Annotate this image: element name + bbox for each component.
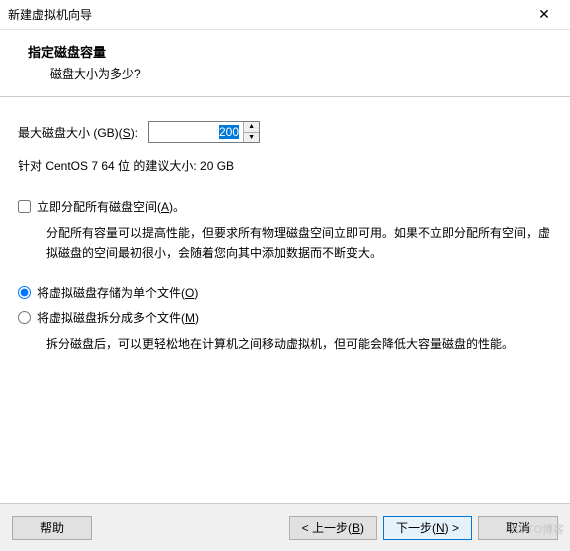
allocate-now-description: 分配所有容量可以提高性能，但要求所有物理磁盘空间立即可用。如果不立即分配所有空间… [46,223,552,264]
recommended-size-text: 针对 CentOS 7 64 位 的建议大小: 20 GB [18,157,552,174]
split-multiple-radio[interactable] [18,311,31,324]
page-subheading: 磁盘大小为多少? [28,65,550,82]
store-single-label[interactable]: 将虚拟磁盘存储为单个文件(O) [37,284,198,301]
close-icon[interactable]: ✕ [530,6,558,23]
disk-size-input[interactable] [149,122,243,142]
footer-right-group: < 上一步(B) 下一步(N) > 取消 [289,516,558,540]
disk-size-spinner: ▲ ▼ [148,121,260,143]
allocate-now-checkbox[interactable] [18,200,31,213]
help-button[interactable]: 帮助 [12,516,92,540]
allocate-now-label[interactable]: 立即分配所有磁盘空间(A)。 [37,198,185,215]
store-single-radio[interactable] [18,286,31,299]
page-heading: 指定磁盘容量 [28,42,550,61]
content-area: 最大磁盘大小 (GB)(S): ▲ ▼ 针对 CentOS 7 64 位 的建议… [0,97,570,354]
wizard-footer: 帮助 < 上一步(B) 下一步(N) > 取消 [0,503,570,551]
next-button[interactable]: 下一步(N) > [383,516,472,540]
window-title: 新建虚拟机向导 [8,6,92,23]
spinner-buttons: ▲ ▼ [243,122,259,142]
disk-size-label: 最大磁盘大小 (GB)(S): [18,124,138,141]
split-description: 拆分磁盘后，可以更轻松地在计算机之间移动虚拟机，但可能会降低大容量磁盘的性能。 [46,334,552,354]
store-single-row: 将虚拟磁盘存储为单个文件(O) [18,284,552,301]
spin-down-button[interactable]: ▼ [244,133,259,143]
spin-up-button[interactable]: ▲ [244,122,259,133]
wizard-header: 指定磁盘容量 磁盘大小为多少? [0,30,570,97]
disk-file-options: 将虚拟磁盘存储为单个文件(O) 将虚拟磁盘拆分成多个文件(M) 拆分磁盘后，可以… [18,284,552,354]
split-multiple-label[interactable]: 将虚拟磁盘拆分成多个文件(M) [37,309,199,326]
allocate-now-row: 立即分配所有磁盘空间(A)。 [18,198,552,215]
cancel-button[interactable]: 取消 [478,516,558,540]
back-button[interactable]: < 上一步(B) [289,516,377,540]
titlebar: 新建虚拟机向导 ✕ [0,0,570,30]
split-multiple-row: 将虚拟磁盘拆分成多个文件(M) [18,309,552,326]
disk-size-row: 最大磁盘大小 (GB)(S): ▲ ▼ [18,121,552,143]
